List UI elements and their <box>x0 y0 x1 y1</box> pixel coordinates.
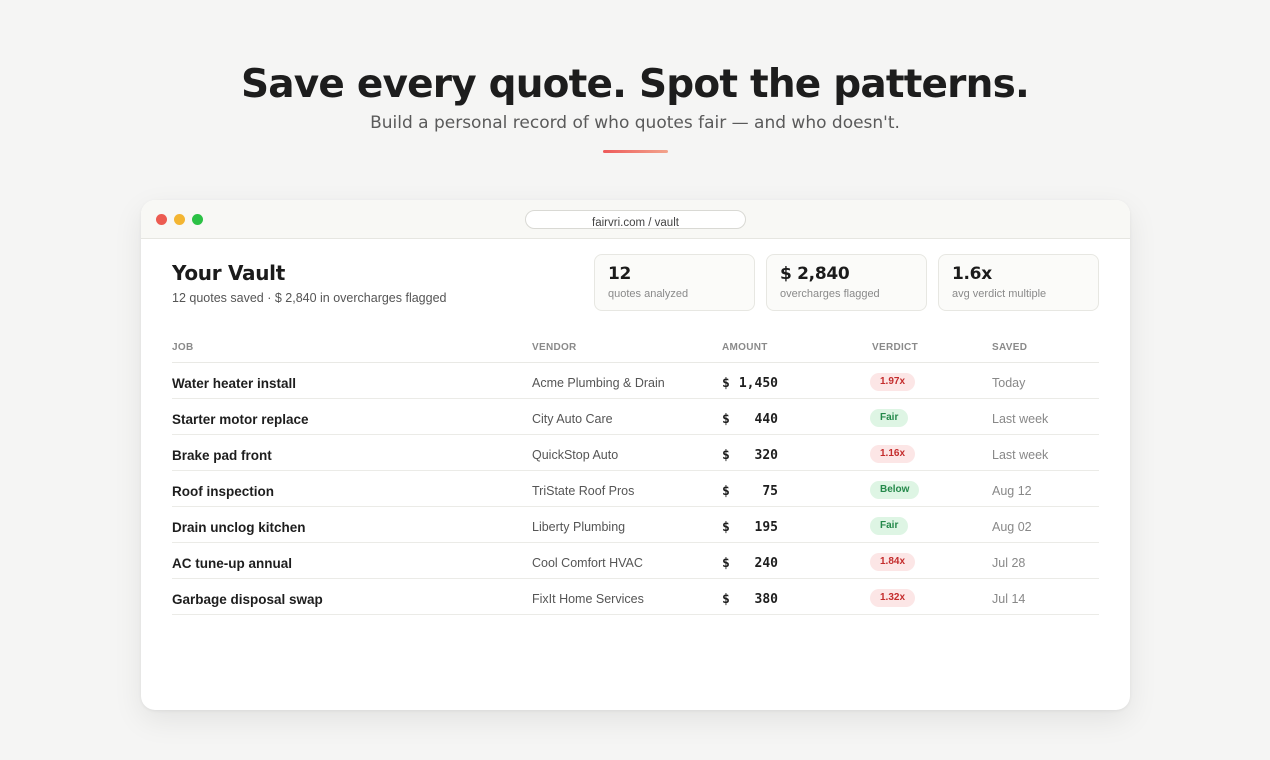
verdict-cell: 1.16x <box>870 443 916 463</box>
saved-date: Last week <box>992 412 1049 426</box>
saved-date: Last week <box>992 448 1049 462</box>
column-header-amount[interactable]: AMOUNT <box>722 342 768 353</box>
column-header-saved[interactable]: SAVED <box>992 342 1027 353</box>
table-row[interactable]: Garbage disposal swap FixIt Home Service… <box>172 579 1099 615</box>
verdict-badge: Below <box>870 481 920 499</box>
job-name: Garbage disposal swap <box>172 592 323 607</box>
table-row[interactable]: Starter motor replace City Auto Care $44… <box>172 399 1099 435</box>
url-bar[interactable]: fairvri.com / vault <box>525 210 746 229</box>
page-title: Your Vault <box>172 261 285 285</box>
amount-value: 195 <box>754 520 778 535</box>
currency-symbol: $ <box>722 556 730 571</box>
job-name: Roof inspection <box>172 484 274 499</box>
stat-card-quotes: 12 quotes analyzed <box>594 254 755 311</box>
stat-label: overcharges flagged <box>780 288 880 300</box>
job-name: Starter motor replace <box>172 412 309 427</box>
vendor-name: Cool Comfort HVAC <box>532 556 643 570</box>
quote-amount: $240 <box>722 556 778 571</box>
vendor-name: TriState Roof Pros <box>532 484 635 498</box>
hero-section: Save every quote. Spot the patterns. Bui… <box>0 60 1270 153</box>
table-header: JOB VENDOR AMOUNT VERDICT SAVED <box>172 336 1099 363</box>
stat-value: 1.6x <box>952 264 992 284</box>
currency-symbol: $ <box>722 376 730 391</box>
job-name: AC tune-up annual <box>172 556 292 571</box>
verdict-cell: Fair <box>870 407 909 427</box>
stat-card-multiple: 1.6x avg verdict multiple <box>938 254 1099 311</box>
quote-amount: $440 <box>722 412 778 427</box>
saved-date: Today <box>992 376 1026 390</box>
close-window-icon[interactable] <box>156 214 167 225</box>
vendor-name: QuickStop Auto <box>532 448 619 462</box>
verdict-cell: 1.32x <box>870 587 916 607</box>
job-name: Drain unclog kitchen <box>172 520 306 535</box>
table-row[interactable]: AC tune-up annual Cool Comfort HVAC $240… <box>172 543 1099 579</box>
currency-symbol: $ <box>722 592 730 607</box>
currency-symbol: $ <box>722 520 730 535</box>
quote-amount: $75 <box>722 484 778 499</box>
table-row[interactable]: Drain unclog kitchen Liberty Plumbing $1… <box>172 507 1099 543</box>
browser-window: fairvri.com / vault Your Vault 12 quotes… <box>141 200 1130 710</box>
job-name: Brake pad front <box>172 448 272 463</box>
column-header-job[interactable]: JOB <box>172 342 193 353</box>
verdict-badge: 1.84x <box>870 553 916 571</box>
quote-amount: $195 <box>722 520 778 535</box>
amount-value: 75 <box>762 484 778 499</box>
vendor-name: Acme Plumbing & Drain <box>532 376 665 390</box>
browser-titlebar: fairvri.com / vault <box>141 200 1130 239</box>
verdict-cell: Fair <box>870 515 909 535</box>
currency-symbol: $ <box>722 484 730 499</box>
vendor-name: FixIt Home Services <box>532 592 644 606</box>
amount-value: 1,450 <box>738 376 778 391</box>
verdict-badge: 1.97x <box>870 373 916 391</box>
vendor-name: City Auto Care <box>532 412 613 426</box>
table-row[interactable]: Water heater install Acme Plumbing & Dra… <box>172 363 1099 399</box>
column-header-verdict[interactable]: VERDICT <box>872 342 918 353</box>
table-row[interactable]: Roof inspection TriState Roof Pros $75 B… <box>172 471 1099 507</box>
hero-subtitle: Build a personal record of who quotes fa… <box>370 113 900 133</box>
quote-amount: $380 <box>722 592 778 607</box>
vault-summary: 12 quotes saved · $ 2,840 in overcharges… <box>172 291 447 305</box>
stat-value: $ 2,840 <box>780 264 850 284</box>
table-row[interactable]: Brake pad front QuickStop Auto $320 1.16… <box>172 435 1099 471</box>
maximize-window-icon[interactable] <box>192 214 203 225</box>
amount-value: 380 <box>754 592 778 607</box>
currency-symbol: $ <box>722 448 730 463</box>
verdict-badge: Fair <box>870 409 909 427</box>
saved-date: Jul 14 <box>992 592 1026 606</box>
verdict-cell: 1.84x <box>870 551 916 571</box>
vendor-name: Liberty Plumbing <box>532 520 626 534</box>
saved-date: Jul 28 <box>992 556 1026 570</box>
hero-title: Save every quote. Spot the patterns. <box>240 62 1030 107</box>
minimize-window-icon[interactable] <box>174 214 185 225</box>
verdict-cell: Below <box>870 479 920 499</box>
stat-card-overcharges: $ 2,840 overcharges flagged <box>766 254 927 311</box>
stat-value: 12 <box>608 264 632 284</box>
quote-amount: $1,450 <box>722 376 778 391</box>
verdict-badge: Fair <box>870 517 909 535</box>
column-header-vendor[interactable]: VENDOR <box>532 342 577 353</box>
verdict-badge: 1.16x <box>870 445 916 463</box>
amount-value: 320 <box>754 448 778 463</box>
saved-date: Aug 12 <box>992 484 1032 498</box>
amount-value: 440 <box>754 412 778 427</box>
saved-date: Aug 02 <box>992 520 1032 534</box>
amount-value: 240 <box>754 556 778 571</box>
job-name: Water heater install <box>172 376 297 391</box>
vault-header: Your Vault 12 quotes saved · $ 2,840 in … <box>172 261 447 305</box>
currency-symbol: $ <box>722 412 730 427</box>
quotes-table: JOB VENDOR AMOUNT VERDICT SAVED Water he… <box>172 336 1099 615</box>
stat-label: avg verdict multiple <box>952 288 1047 300</box>
accent-divider <box>602 150 668 153</box>
quote-amount: $320 <box>722 448 778 463</box>
verdict-badge: 1.32x <box>870 589 916 607</box>
verdict-cell: 1.97x <box>870 371 916 391</box>
stat-label: quotes analyzed <box>608 288 689 300</box>
